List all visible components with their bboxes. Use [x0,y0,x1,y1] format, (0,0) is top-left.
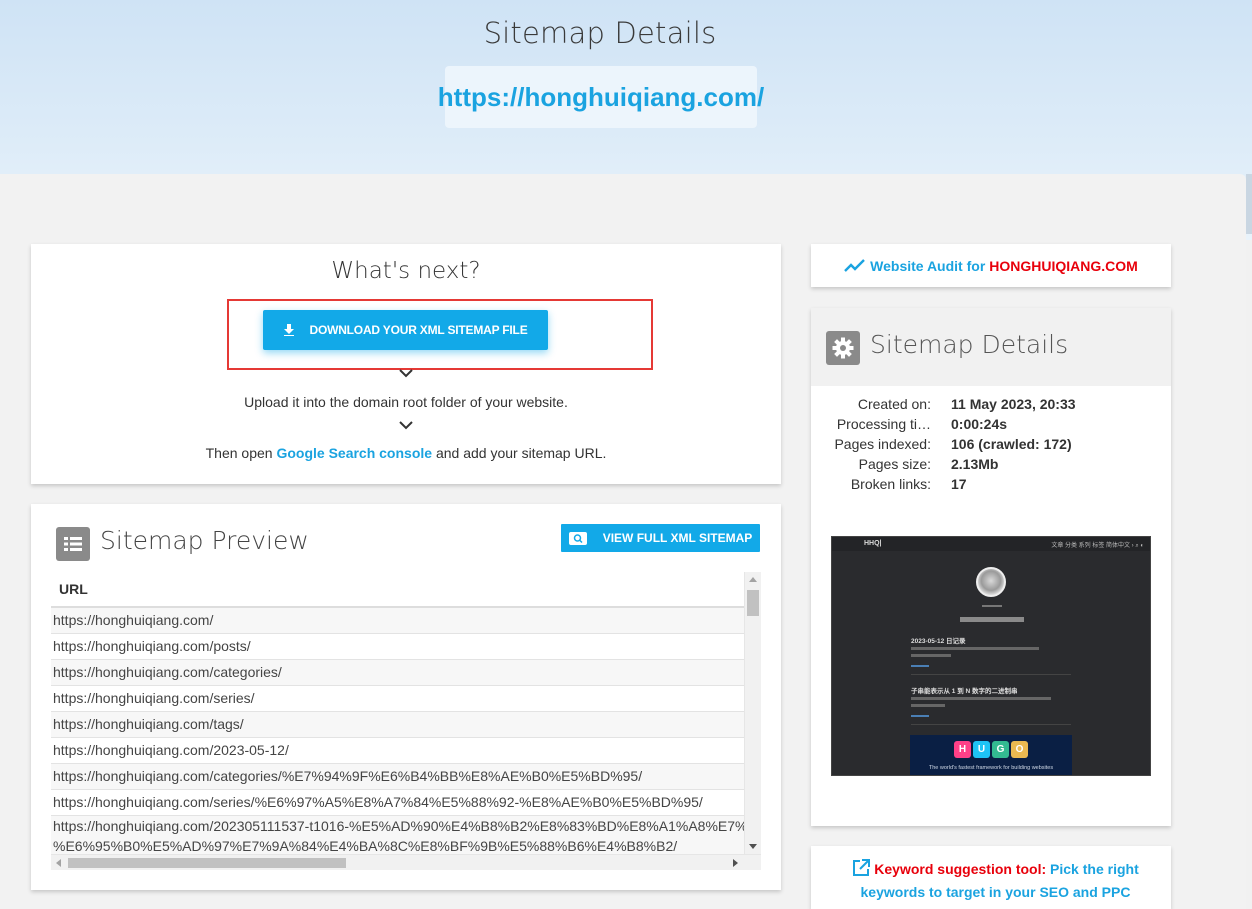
sitemap-preview-card: Sitemap Preview VIEW FULL XML SITEMAP UR… [31,504,781,890]
scroll-thumb[interactable] [68,858,346,868]
highlight-box [227,299,653,370]
vertical-scrollbar[interactable] [744,572,761,854]
instruction-prefix: Then open [205,445,277,461]
scroll-left-arrow-icon[interactable] [56,859,61,867]
details-header: Sitemap Details [811,308,1171,386]
stats-list: Created on: 11 May 2023, 20:33 Processing… [811,396,1171,496]
table-row[interactable]: https://honghuiqiang.com/2023-05-12/ [51,738,744,764]
keyword-tool-card[interactable]: Keyword suggestion tool: Pick the right … [811,846,1171,909]
google-search-console-link[interactable]: Google Search console [276,445,432,461]
table-row[interactable]: https://honghuiqiang.com/series/ [51,686,744,712]
website-audit-link[interactable]: Website Audit for HONGHUIQIANG.COM [811,244,1171,287]
keyword-tool-label: Keyword suggestion tool: [874,861,1047,877]
screenshot-post-title: 2023-05-12 日记录 [911,638,966,645]
hugo-banner: H U G O The world's fastest framework fo… [910,735,1072,775]
screenshot-post-title: 子串能表示从 1 到 N 数字的二进制串 [911,688,1018,695]
stat-pages-size: Pages size: 2.13Mb [811,456,1171,476]
screenshot-post-meta [911,697,1051,700]
stat-value: 0:00:24s [951,416,1008,432]
table-row-line: %E6%95%B0%E5%AD%97%E7%9A%84%E4%BA%8C%E8%… [53,838,678,854]
chevron-down-icon [399,369,413,378]
screenshot-post-meta [911,704,945,707]
screenshot-logo: HHQ| [864,540,882,547]
trend-line-icon [844,258,866,272]
view-full-sitemap-label: VIEW FULL XML SITEMAP [602,531,753,545]
screenshot-subtitle [982,605,1002,607]
website-screenshot[interactable]: HHQ| 文章 分类 系列 标签 简体中文 › ⌕ ◐ 2023-05-12 日… [831,536,1151,776]
list-icon [56,527,90,561]
whats-next-title: What's next? [331,258,481,284]
screenshot-read-more [911,715,929,717]
url-table[interactable]: URL https://honghuiqiang.com/ https://ho… [51,572,761,870]
search-console-instruction: Then open Google Search console and add … [31,445,781,461]
table-row[interactable]: https://honghuiqiang.com/series/%E6%97%A… [51,790,744,816]
screenshot-social-icons [960,617,1024,622]
sitemap-preview-title: Sitemap Preview [100,526,309,555]
stat-label: Created on: [857,396,931,412]
scroll-down-arrow-icon[interactable] [749,844,757,849]
screenshot-menu: 文章 分类 系列 标签 简体中文 › ⌕ ◐ [1051,543,1144,549]
stat-pages-indexed: Pages indexed: 106 (crawled: 172) [811,436,1171,456]
screenshot-read-more [911,665,929,667]
stat-label: Processing ti… [836,416,931,432]
website-audit-label: Website Audit for [870,257,986,274]
hugo-letter: H [954,741,971,758]
stat-value: 2.13Mb [951,456,999,472]
table-row[interactable]: https://honghuiqiang.com/posts/ [51,634,744,660]
sitemap-details-card: Sitemap Details Created on: 11 May 2023, … [811,308,1171,826]
gear-icon [826,331,860,365]
stat-label: Broken links: [850,476,931,492]
site-url-link[interactable]: https://honghuiqiang.com/ [438,66,764,128]
upload-instruction: Upload it into the domain root folder of… [244,394,568,410]
hugo-letter: U [973,741,990,758]
screenshot-divider [911,674,1071,675]
table-row[interactable]: https://honghuiqiang.com/categories/ [51,660,744,686]
screenshot-post-meta [911,654,951,657]
keyword-tool-text: Keyword suggestion tool: Pick the right … [823,858,1168,909]
chevron-down-icon [399,421,413,430]
screenshot-navbar: HHQ| 文章 分类 系列 标签 简体中文 › ⌕ ◐ [832,537,1150,551]
stat-label: Pages size: [858,456,931,472]
stat-label: Pages indexed: [834,436,931,452]
screenshot-divider [911,724,1071,725]
url-column-header: URL [51,572,744,608]
stat-processing-time: Processing ti… 0:00:24s [811,416,1171,436]
table-row[interactable]: https://honghuiqiang.com/categories/%E7%… [51,764,744,790]
scroll-thumb[interactable] [747,590,759,616]
whats-next-card: What's next? DOWNLOAD YOUR XML SITEMAP F… [31,244,781,484]
stat-created: Created on: 11 May 2023, 20:33 [811,396,1171,416]
stat-broken-links: Broken links: 17 [811,476,1171,496]
stat-value: 11 May 2023, 20:33 [951,396,1076,412]
scroll-right-arrow-icon[interactable] [733,859,738,867]
scroll-up-arrow-icon[interactable] [749,577,757,582]
horizontal-scrollbar[interactable] [51,854,761,870]
stat-value: 106 (crawled: 172) [951,436,1072,452]
table-row[interactable]: https://honghuiqiang.com/202305111537-t1… [51,816,744,857]
instruction-suffix: and add your sitemap URL. [432,445,607,461]
table-row[interactable]: https://honghuiqiang.com/ [51,608,744,634]
stat-value: 17 [951,476,967,492]
website-audit-domain: HONGHUIQIANG.COM [989,257,1138,274]
hugo-caption: The world's fastest framework for buildi… [928,765,1054,771]
hugo-letter: O [1011,741,1028,758]
sitemap-details-title: Sitemap Details [870,330,1069,359]
avatar [976,567,1006,597]
table-row[interactable]: https://honghuiqiang.com/tags/ [51,712,744,738]
page-title: Sitemap Details [483,16,717,50]
search-image-icon [568,531,587,545]
screenshot-post-meta [911,647,1039,650]
hugo-letter: G [992,741,1009,758]
page-scrollbar[interactable] [1246,174,1252,234]
view-full-sitemap-button[interactable]: VIEW FULL XML SITEMAP [561,524,760,552]
table-row-line: https://honghuiqiang.com/202305111537-t1… [53,818,744,834]
external-link-icon [853,859,871,876]
